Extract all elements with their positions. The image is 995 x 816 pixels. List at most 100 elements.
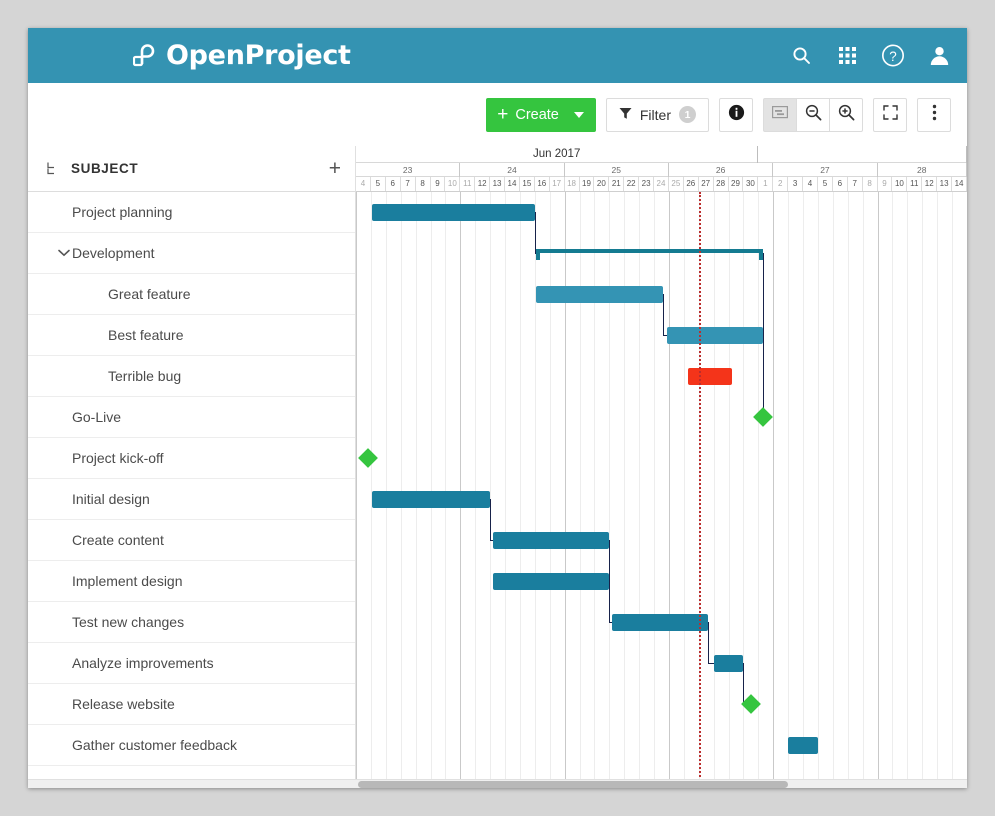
gantt-view-button[interactable]	[763, 97, 797, 132]
gantt-bar[interactable]	[536, 286, 663, 303]
table-row-label: Gather customer feedback	[72, 737, 237, 753]
gantt-grid-line	[773, 192, 775, 788]
gantt-grid-line	[654, 192, 656, 788]
table-row[interactable]: Test new changes	[28, 602, 355, 643]
gantt-bar[interactable]	[612, 614, 708, 631]
gantt-grid-line	[713, 192, 715, 788]
brand-logo[interactable]: OpenProject	[132, 42, 351, 69]
gantt-day-label: 4	[803, 177, 818, 191]
table-row-label: Implement design	[72, 573, 183, 589]
gantt-day-label: 4	[356, 177, 371, 191]
table-row[interactable]: Go-Live	[28, 397, 355, 438]
gantt-grid-line	[415, 192, 417, 788]
gantt-day-label: 11	[460, 177, 476, 191]
gantt-week-label: 28	[878, 163, 967, 177]
horizontal-scrollbar[interactable]	[28, 779, 967, 788]
table-row[interactable]: Development	[28, 233, 355, 274]
help-icon[interactable]: ?	[881, 44, 905, 68]
gantt-grid-line	[803, 192, 805, 788]
gantt-day-label: 12	[475, 177, 491, 191]
gantt-week-label: 23	[356, 163, 461, 177]
gantt-day-row: 4 5 6 7 8 9 10 11 12 13 14 15 16 17 18 19 20 21 22 23 24 25 26…	[356, 177, 967, 191]
view-zoom-button-group	[763, 97, 863, 132]
gantt-relation-line	[707, 622, 709, 663]
grid-modules-icon[interactable]	[835, 44, 859, 68]
table-row[interactable]: Release website	[28, 684, 355, 725]
gantt-day-label: 2	[773, 177, 789, 191]
gantt-grid-line	[505, 192, 507, 788]
search-icon[interactable]	[789, 44, 813, 68]
table-row-label: Initial design	[72, 491, 150, 507]
filter-button-label: Filter	[639, 106, 671, 123]
work-package-toolbar: + Create Filter 1	[28, 83, 967, 146]
collapse-toggle-icon[interactable]	[56, 249, 72, 257]
gantt-grid-line	[892, 192, 894, 788]
openproject-window: OpenProject ? + Create Filter 1 SUBJECT …	[28, 28, 967, 788]
table-row-label: Release website	[72, 696, 175, 712]
user-avatar-icon[interactable]	[927, 44, 951, 68]
gantt-bar[interactable]	[788, 737, 818, 754]
gantt-summary-bar[interactable]	[536, 249, 763, 260]
info-button[interactable]	[719, 97, 753, 132]
work-package-table: SUBJECT + Project planning Development Gre…	[28, 146, 356, 788]
gantt-grid-line	[862, 192, 864, 788]
svg-text:?: ?	[889, 49, 896, 64]
table-row[interactable]: Great feature	[28, 274, 355, 315]
gantt-chart-body[interactable]	[356, 192, 967, 788]
gantt-week-row: 23 24 25 26 27 28	[356, 163, 967, 177]
gantt-bar[interactable]	[688, 368, 732, 385]
gantt-relation-line	[609, 540, 611, 581]
gantt-chart: Jun 2017 23 24 25 26 27 28 4 5 6 7 8 9 10 11 12 13 14 15…	[356, 146, 967, 788]
gantt-milestone[interactable]	[358, 448, 378, 468]
gantt-grid-line	[400, 192, 402, 788]
gantt-grid-line	[922, 192, 924, 788]
gantt-month-label: Jun 2017	[356, 146, 759, 163]
more-menu-button[interactable]	[917, 97, 951, 132]
gantt-timeline-header: Jun 2017 23 24 25 26 27 28 4 5 6 7 8 9 10 11 12 13 14 15…	[356, 146, 967, 192]
table-row-label: Project kick-off	[72, 450, 164, 466]
table-row[interactable]: Initial design	[28, 479, 355, 520]
gantt-month-label	[758, 146, 967, 163]
gantt-grid-line	[668, 192, 670, 788]
gantt-week-label: 25	[565, 163, 669, 177]
expand-icon	[882, 104, 898, 125]
gantt-grid-line	[475, 192, 477, 788]
gantt-milestone[interactable]	[752, 407, 773, 427]
table-row[interactable]: Project planning	[28, 192, 355, 233]
filter-button[interactable]: Filter 1	[605, 97, 709, 132]
gantt-bar[interactable]	[493, 532, 610, 549]
gantt-chart-icon	[772, 105, 789, 124]
table-row[interactable]: Create content	[28, 520, 355, 561]
table-row[interactable]: Project kick-off	[28, 438, 355, 479]
hierarchy-icon[interactable]	[46, 162, 62, 175]
fullscreen-button[interactable]	[873, 97, 907, 132]
subject-column-header: SUBJECT +	[28, 146, 355, 192]
gantt-grid-line	[952, 192, 954, 788]
zoom-in-button[interactable]	[829, 97, 863, 132]
table-row[interactable]: Best feature	[28, 315, 355, 356]
filter-count-badge: 1	[679, 106, 696, 123]
gantt-bar[interactable]	[372, 204, 535, 221]
table-row[interactable]: Analyze improvements	[28, 643, 355, 684]
gantt-bar[interactable]	[667, 327, 763, 344]
create-button[interactable]: + Create	[486, 97, 596, 132]
today-marker-line	[698, 192, 701, 788]
zoom-out-button[interactable]	[796, 97, 830, 132]
gantt-week-label: 26	[669, 163, 774, 177]
gantt-bar[interactable]	[493, 573, 610, 590]
work-package-gantt-view: SUBJECT + Project planning Development Gre…	[28, 146, 967, 788]
table-row[interactable]: Implement design	[28, 561, 355, 602]
gantt-week-label: 24	[460, 163, 565, 177]
add-column-button[interactable]: +	[329, 158, 341, 179]
table-row[interactable]: Terrible bug	[28, 356, 355, 397]
gantt-bar[interactable]	[713, 655, 744, 672]
gantt-day-label: 12	[922, 177, 938, 191]
gantt-day-label: 3	[788, 177, 804, 191]
gantt-bar[interactable]	[372, 491, 491, 508]
scrollbar-thumb[interactable]	[358, 781, 788, 788]
gantt-grid-line	[385, 192, 387, 788]
table-row-label: Go-Live	[72, 409, 122, 425]
gantt-grid-line	[817, 192, 819, 788]
table-row[interactable]: Gather customer feedback	[28, 725, 355, 766]
subject-column-label: SUBJECT	[71, 161, 139, 176]
